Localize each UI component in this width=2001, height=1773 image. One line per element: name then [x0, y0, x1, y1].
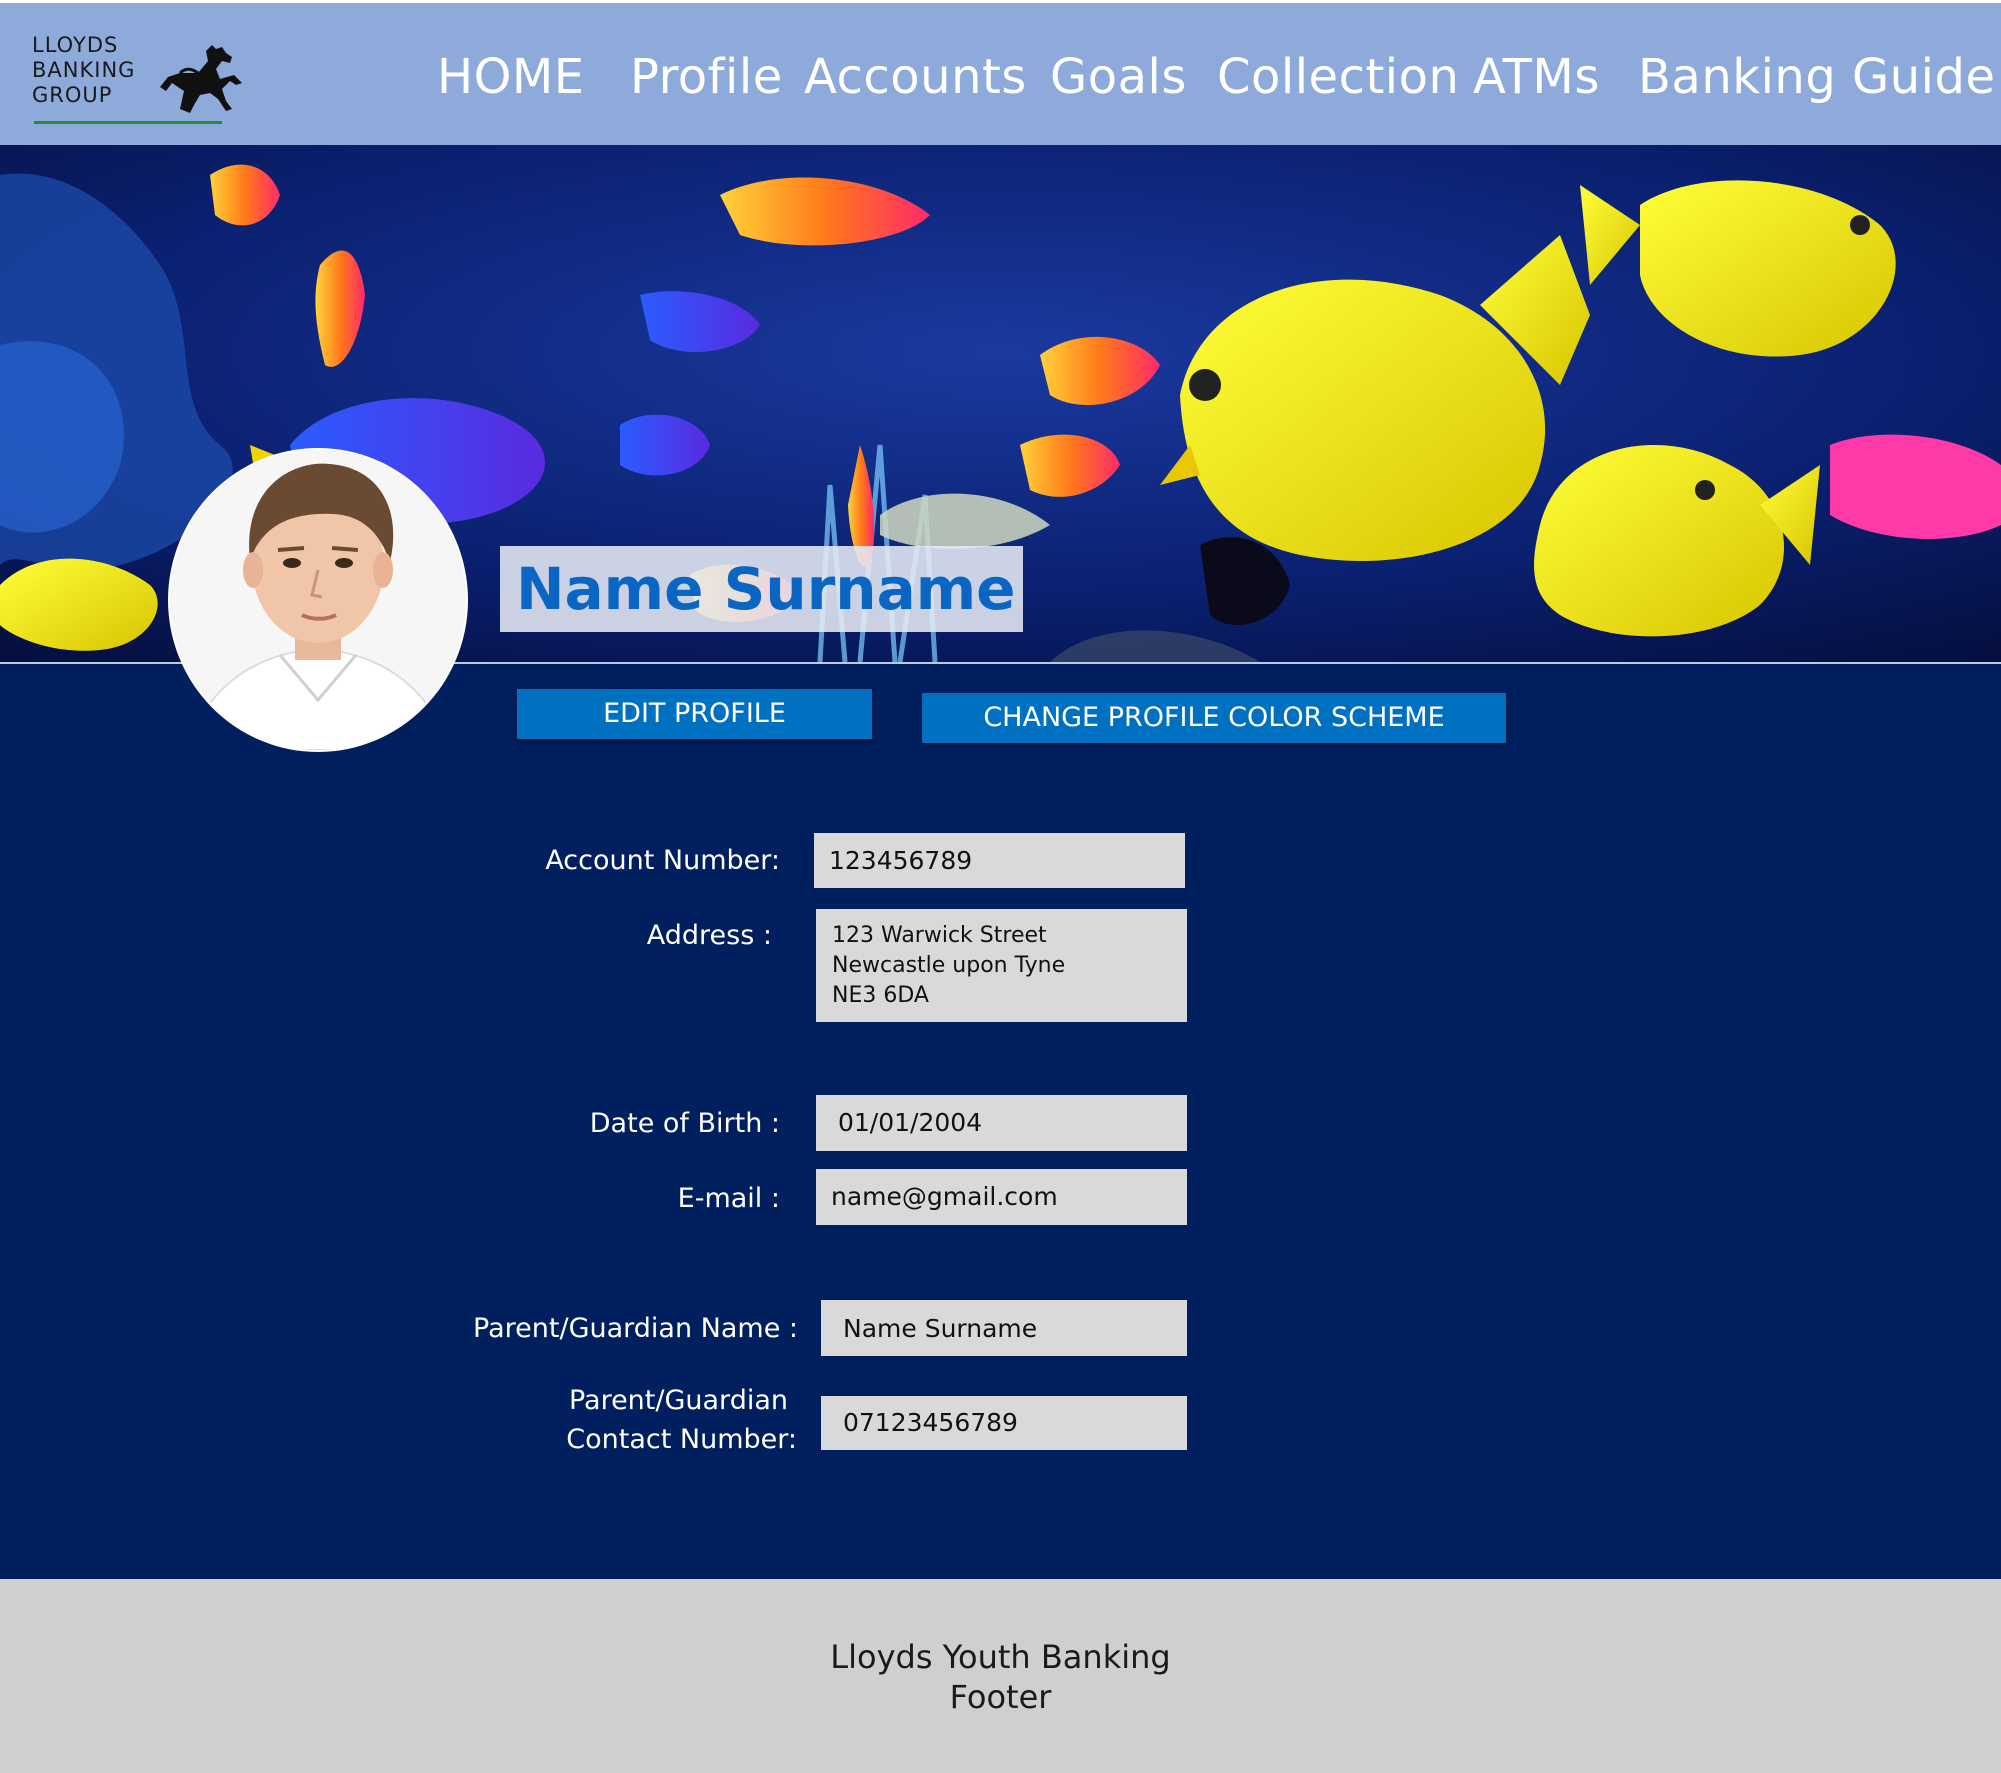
account-number-field[interactable]: 123456789	[814, 833, 1185, 888]
nav-goals[interactable]: Goals	[1050, 47, 1187, 107]
guardian-contact-label-line2: Contact Number:	[566, 1424, 797, 1455]
main-nav: HOME Profile Accounts Goals Collection A…	[0, 3, 2001, 145]
change-color-scheme-button[interactable]: CHANGE PROFILE COLOR SCHEME	[922, 693, 1506, 743]
nav-banking-guide[interactable]: Banking Guide	[1638, 47, 1996, 107]
date-of-birth-field[interactable]: 01/01/2004	[816, 1095, 1187, 1151]
email-label: E-mail :	[677, 1183, 780, 1214]
account-number-label: Account Number:	[545, 845, 780, 876]
profile-name: Name Surname	[516, 555, 1016, 623]
footer: Lloyds Youth Banking Footer	[0, 1579, 2001, 1773]
profile-avatar[interactable]	[170, 450, 466, 750]
nav-accounts[interactable]: Accounts	[804, 47, 1027, 107]
profile-name-plate: Name Surname	[500, 546, 1023, 632]
date-of-birth-label: Date of Birth :	[589, 1108, 780, 1139]
edit-profile-button[interactable]: EDIT PROFILE	[517, 689, 872, 739]
top-navigation-bar: LLOYDS BANKING GROUP HOME Profile Accoun…	[0, 3, 2001, 145]
child-portrait	[170, 450, 466, 750]
email-field[interactable]: name@gmail.com	[816, 1169, 1187, 1225]
nav-home[interactable]: HOME	[437, 47, 585, 107]
nav-profile[interactable]: Profile	[630, 47, 783, 107]
guardian-name-label: Parent/Guardian Name :	[473, 1313, 798, 1344]
nav-atms[interactable]: ATMs	[1473, 47, 1600, 107]
profile-section: EDIT PROFILE CHANGE PROFILE COLOR SCHEME…	[0, 664, 2001, 1579]
guardian-contact-label-line1: Parent/Guardian	[568, 1385, 788, 1416]
footer-text: Lloyds Youth Banking Footer	[830, 1638, 1171, 1716]
guardian-contact-field[interactable]: 07123456789	[821, 1396, 1187, 1450]
nav-collection[interactable]: Collection	[1217, 47, 1459, 107]
address-label: Address :	[646, 920, 772, 951]
guardian-name-field[interactable]: Name Surname	[821, 1300, 1187, 1356]
address-field[interactable]: 123 Warwick Street Newcastle upon Tyne N…	[816, 909, 1187, 1022]
